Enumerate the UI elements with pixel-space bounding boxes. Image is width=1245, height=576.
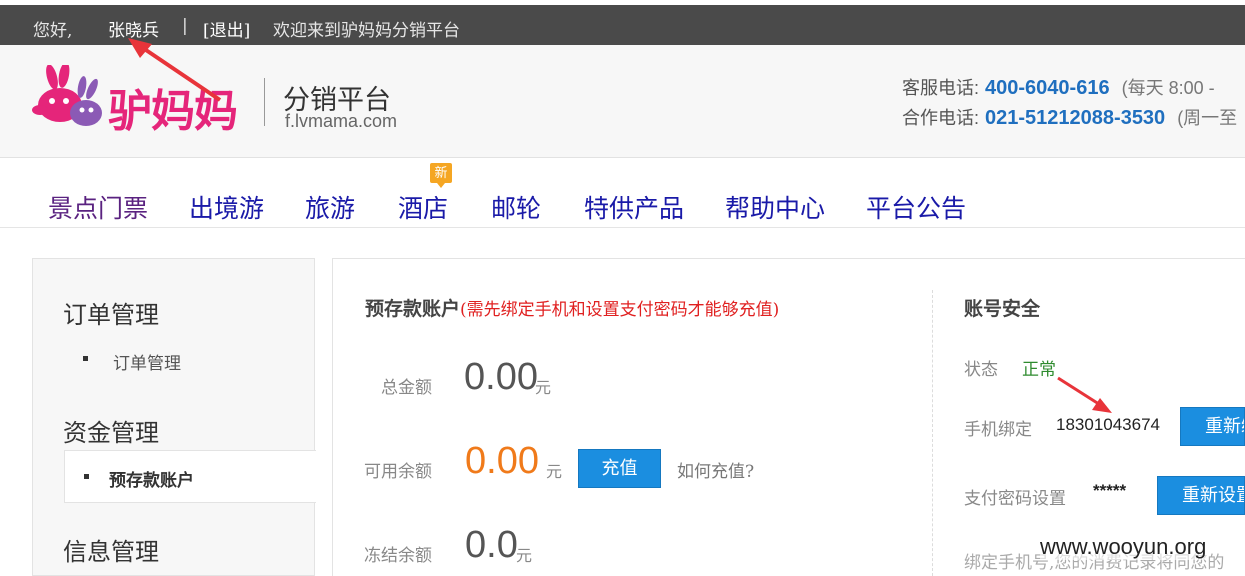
topbar-separator: | (182, 16, 188, 36)
frozen-balance-value: 0.0 (465, 524, 518, 566)
sidebar-section-funds: 资金管理 (63, 420, 159, 447)
pay-password-value: ***** (1093, 481, 1127, 500)
service-phone-label: 客服电话: (902, 78, 980, 98)
sidebar-section-orders: 订单管理 (63, 302, 159, 329)
welcome-text: 欢迎来到驴妈妈分销平台 (273, 21, 460, 41)
available-balance-label: 可用余额 (364, 462, 432, 482)
site-header: 驴妈妈 分销平台 f.lvmama.com 客服电话: 400-6040-616(… (0, 45, 1245, 158)
total-amount-unit: 元 (535, 378, 552, 397)
deposit-account-heading: 预存款账户 (365, 298, 461, 320)
sidebar-item-deposit-account[interactable]: 预存款账户 (64, 450, 316, 503)
greeting: 您好, (33, 21, 73, 41)
service-phone-line: 客服电话: 400-6040-616 (每天 8:00 - (902, 74, 1215, 100)
logout-link[interactable]: [退出] (203, 16, 250, 41)
nav-item-special[interactable]: 特供产品 (584, 189, 684, 225)
recharge-button[interactable]: 充值 (578, 449, 661, 488)
nav-item-notice[interactable]: 平台公告 (866, 189, 966, 225)
phone-binding-label: 手机绑定 (964, 420, 1032, 440)
logo-divider (264, 78, 265, 126)
how-to-recharge-link[interactable]: 如何充值? (677, 457, 754, 482)
platform-url: f.lvmama.com (285, 111, 398, 131)
rebind-phone-button[interactable]: 重新绑定 (1180, 407, 1245, 446)
deposit-account-title: 预存款账户(需先绑定手机和设置支付密码才能够充值) (365, 294, 779, 321)
coop-phone-line: 合作电话: 021-51212088-3530 (周一至 (902, 104, 1237, 130)
service-phone-number: 400-6040-616 (985, 77, 1110, 99)
nav-item-travel[interactable]: 旅游 (305, 189, 355, 225)
nav-item-hotel[interactable]: 酒店 (398, 189, 448, 225)
coop-hours: (周一至 (1177, 108, 1238, 128)
available-balance-unit: 元 (546, 462, 563, 481)
username-link[interactable]: 张晓兵 (108, 16, 159, 41)
column-divider (932, 290, 933, 576)
main-nav: 新 景点门票 出境游 旅游 酒店 邮轮 特供产品 帮助中心 平台公告 (0, 159, 1245, 228)
bullet-icon (84, 474, 89, 479)
sidebar: 订单管理 订单管理 资金管理 预存款账户 信息管理 (32, 258, 316, 576)
bullet-icon (83, 356, 88, 361)
available-balance-value: 0.00 (465, 440, 539, 482)
security-title: 账号安全 (964, 298, 1041, 320)
total-amount-value: 0.00 (464, 356, 538, 398)
sidebar-item-orders[interactable]: 订单管理 (113, 349, 181, 374)
status-value: 正常 (1022, 360, 1056, 380)
nav-item-tickets[interactable]: 景点门票 (48, 189, 148, 225)
watermark: www.wooyun.org (1040, 534, 1207, 560)
nav-item-help[interactable]: 帮助中心 (725, 189, 825, 225)
deposit-account-note: (需先绑定手机和设置支付密码才能够充值) (460, 300, 780, 320)
top-bar: 您好, 张晓兵 | [退出] 欢迎来到驴妈妈分销平台 (0, 5, 1245, 45)
new-badge: 新 (430, 163, 452, 188)
status-label: 状态 (964, 360, 998, 380)
total-amount-label: 总金额 (381, 378, 432, 398)
frozen-balance-unit: 元 (516, 546, 533, 565)
frozen-balance-label: 冻结余额 (364, 546, 432, 566)
coop-phone-number: 021-51212088-3530 (985, 107, 1166, 129)
logo-text[interactable]: 驴妈妈 (108, 75, 238, 139)
pay-password-label: 支付密码设置 (964, 489, 1066, 509)
sidebar-section-info: 信息管理 (63, 539, 159, 566)
coop-phone-label: 合作电话: (902, 108, 980, 128)
nav-item-outbound[interactable]: 出境游 (189, 189, 264, 225)
nav-item-cruise[interactable]: 邮轮 (491, 189, 541, 225)
phone-binding-value: 18301043674 (1056, 415, 1161, 434)
donkey-logo-icon[interactable] (30, 65, 105, 135)
service-hours: (每天 8:00 - (1121, 78, 1215, 98)
reset-pay-password-button[interactable]: 重新设置 (1157, 476, 1245, 515)
sidebar-item-label: 预存款账户 (109, 471, 194, 491)
